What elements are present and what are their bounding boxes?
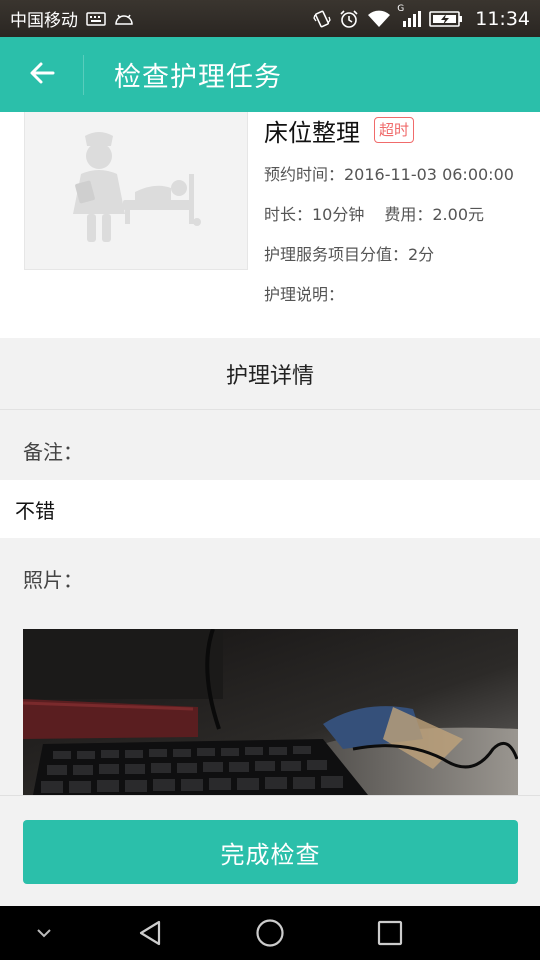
carrier-name: 中国移动: [10, 11, 78, 31]
arrow-left-icon: [29, 61, 55, 89]
alarm-icon: [339, 9, 359, 29]
android-icon: [114, 12, 134, 26]
vibrate-icon: [313, 9, 331, 29]
status-badge: 超时: [374, 117, 415, 143]
task-card: 床位整理 超时 预约时间：2016-11-03 06:00:00 时长：10分钟…: [0, 112, 540, 338]
recents-square-icon[interactable]: [360, 906, 420, 960]
clock: 11:34: [475, 7, 530, 30]
note-field: 不错: [0, 480, 540, 538]
wifi-icon: [367, 10, 391, 28]
appointment-time: 预约时间：2016-11-03 06:00:00: [264, 165, 514, 184]
duration-fee-row: 时长：10分钟 费用：2.00元: [264, 195, 530, 235]
signal-icon: G: [397, 4, 422, 28]
bottom-action-bar: 完成检查: [0, 795, 540, 906]
back-button[interactable]: [0, 54, 84, 95]
status-bar: 中国移动 G 11:34: [0, 0, 540, 37]
care-photo[interactable]: [23, 629, 518, 795]
service-score: 护理服务项目分值：2分: [264, 245, 435, 264]
chevron-down-icon[interactable]: [14, 906, 74, 960]
battery-icon: [429, 10, 463, 28]
home-circle-icon[interactable]: [240, 906, 300, 960]
app-bar: 检查护理任务: [0, 37, 540, 112]
note-label: 备注：: [23, 440, 83, 464]
care-description: 护理说明：: [264, 285, 345, 304]
fee: 费用：2.00元: [384, 205, 485, 224]
task-info: 床位整理 超时 预约时间：2016-11-03 06:00:00 时长：10分钟…: [264, 112, 530, 315]
complete-check-button[interactable]: 完成检查: [23, 820, 518, 884]
task-thumbnail: [24, 112, 248, 270]
page-title: 检查护理任务: [114, 62, 282, 93]
system-navigation-bar: [0, 906, 540, 960]
keyboard-icon: [86, 11, 106, 26]
task-name: 床位整理: [264, 118, 360, 147]
nurse-bed-icon: [25, 132, 249, 274]
photo-label: 照片：: [23, 568, 83, 592]
back-triangle-icon[interactable]: [120, 906, 180, 960]
network-type: G: [397, 3, 405, 14]
section-title: 护理详情: [0, 338, 540, 410]
duration: 时长：10分钟: [264, 205, 365, 224]
